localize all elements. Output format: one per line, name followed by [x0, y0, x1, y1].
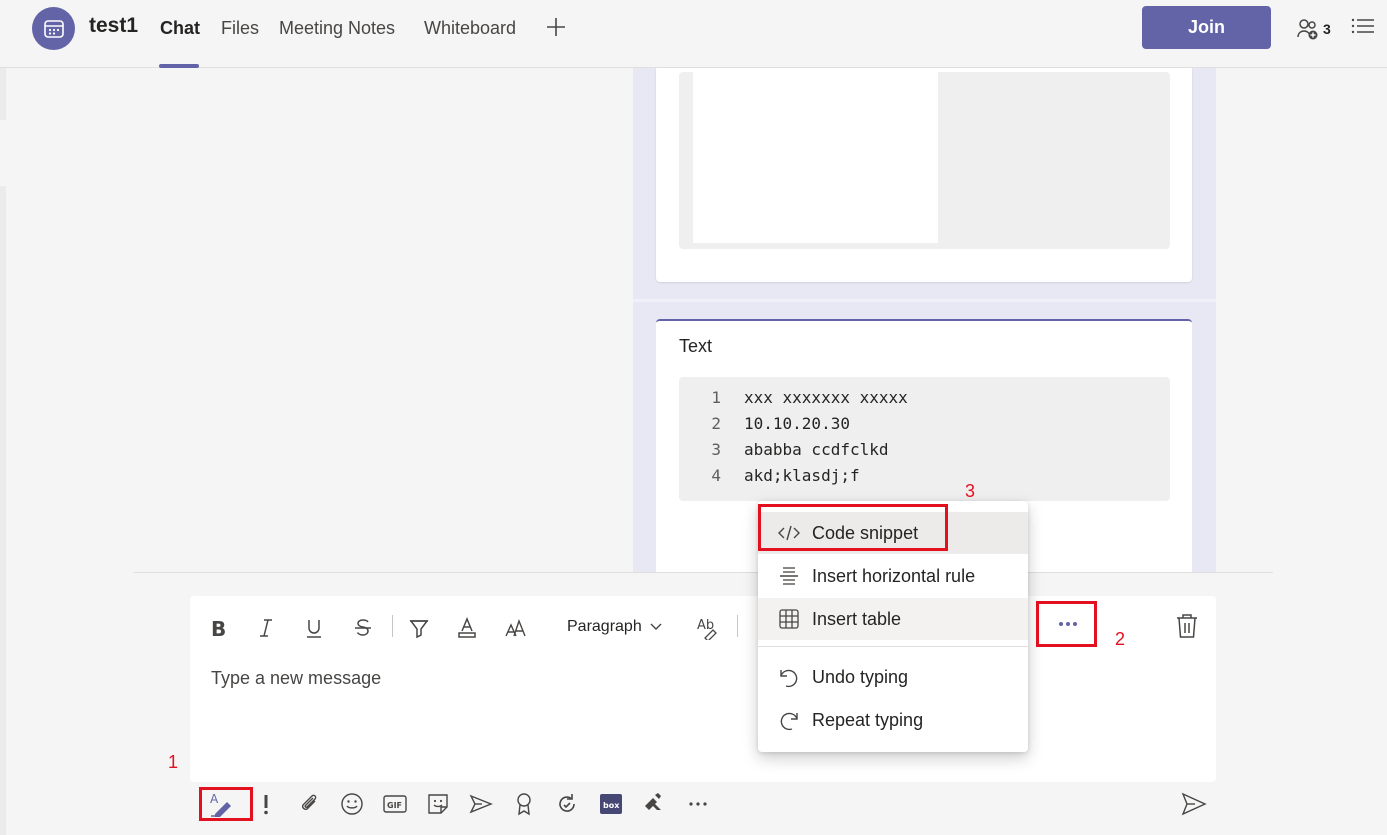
annotation-box-3: [758, 504, 948, 551]
box-icon[interactable]: box: [596, 789, 626, 819]
code-text: akd;klasdj;f: [744, 466, 860, 485]
apps-icon[interactable]: [639, 789, 669, 819]
menu-item-undo-typing[interactable]: Undo typing: [758, 656, 1028, 698]
redo-icon: [778, 709, 800, 731]
sticker-icon[interactable]: [423, 789, 453, 819]
menu-item-insert-table[interactable]: Insert table: [758, 598, 1028, 640]
participants-button[interactable]: 3: [1296, 14, 1336, 44]
trash-icon[interactable]: [1174, 612, 1200, 640]
code-text: ababba ccdfclkd: [744, 440, 889, 459]
list-icon[interactable]: [1351, 17, 1375, 37]
line-number: 1: [711, 388, 721, 407]
font-size-icon[interactable]: [500, 612, 532, 644]
menu-item-horizontal-rule[interactable]: Insert horizontal rule: [758, 555, 1028, 597]
highlight-icon[interactable]: [403, 612, 435, 644]
people-icon: [1297, 19, 1318, 40]
annotation-box-1: [199, 787, 253, 821]
menu-item-label: Insert table: [812, 608, 902, 629]
more-icon[interactable]: [683, 789, 713, 819]
line-number: 2: [711, 414, 721, 433]
table-icon: [778, 608, 800, 630]
message-input[interactable]: [211, 665, 711, 691]
line-number: 4: [711, 466, 721, 485]
attach-icon[interactable]: [294, 789, 324, 819]
font-color-icon[interactable]: [451, 612, 483, 644]
praise-icon[interactable]: [509, 789, 539, 819]
send-icon[interactable]: [1180, 790, 1208, 818]
menu-item-label: Repeat typing: [812, 709, 924, 730]
left-rail-selected: [0, 120, 6, 186]
code-text: xxx xxxxxxx xxxxx: [744, 388, 908, 407]
menu-item-repeat-typing[interactable]: Repeat typing: [758, 699, 1028, 741]
menu-divider: [758, 646, 1028, 647]
italic-icon[interactable]: [250, 612, 282, 644]
tab-whiteboard[interactable]: Whiteboard: [424, 18, 516, 39]
paragraph-label: Paragraph: [567, 618, 642, 635]
code-text: 10.10.20.30: [744, 414, 850, 433]
chevron-down-icon: [650, 623, 662, 630]
meeting-title: test1: [89, 14, 139, 37]
spellcheck-icon[interactable]: Ab: [692, 612, 724, 644]
svg-text:GIF: GIF: [387, 801, 402, 810]
annotation-number-2: 2: [1115, 629, 1126, 649]
undo-icon: [778, 666, 800, 688]
add-tab-plus-icon[interactable]: [545, 16, 567, 38]
line-number: 3: [711, 440, 721, 459]
tab-files[interactable]: Files: [221, 18, 259, 39]
participant-count: 3: [1323, 21, 1331, 37]
image-preview-content: [693, 72, 938, 243]
strikethrough-icon[interactable]: [347, 612, 379, 644]
annotation-number-3: 3: [965, 481, 976, 501]
toolbar-separator: [392, 615, 393, 637]
emoji-icon[interactable]: [337, 789, 367, 819]
svg-text:box: box: [603, 801, 620, 810]
toolbar-separator: [737, 615, 738, 637]
menu-item-label: Insert horizontal rule: [812, 565, 976, 586]
annotation-box-2: [1036, 601, 1097, 647]
join-button[interactable]: Join: [1142, 6, 1271, 49]
underline-icon[interactable]: [298, 612, 330, 644]
horizontal-rule-icon: [778, 565, 800, 587]
annotation-number-1: 1: [168, 752, 179, 772]
message-divider: [633, 299, 1216, 302]
paragraph-dropdown[interactable]: Paragraph: [567, 616, 662, 638]
code-block: 1 xxx xxxxxxx xxxxx 2 10.10.20.30 3 abab…: [679, 377, 1170, 501]
calendar-icon: [32, 7, 75, 50]
bold-icon[interactable]: B: [202, 612, 234, 644]
gif-icon[interactable]: GIF: [380, 789, 410, 819]
loop-icon[interactable]: [552, 789, 582, 819]
menu-item-label: Undo typing: [812, 666, 909, 687]
svg-text:B: B: [211, 617, 226, 639]
compose-divider: [133, 572, 1273, 573]
active-tab-indicator: [159, 64, 199, 68]
meet-now-icon[interactable]: [466, 789, 496, 819]
code-snippet-label: Text: [679, 336, 713, 356]
important-icon[interactable]: [251, 789, 281, 819]
tab-chat[interactable]: Chat: [160, 18, 200, 39]
tab-meeting-notes[interactable]: Meeting Notes: [279, 18, 395, 39]
